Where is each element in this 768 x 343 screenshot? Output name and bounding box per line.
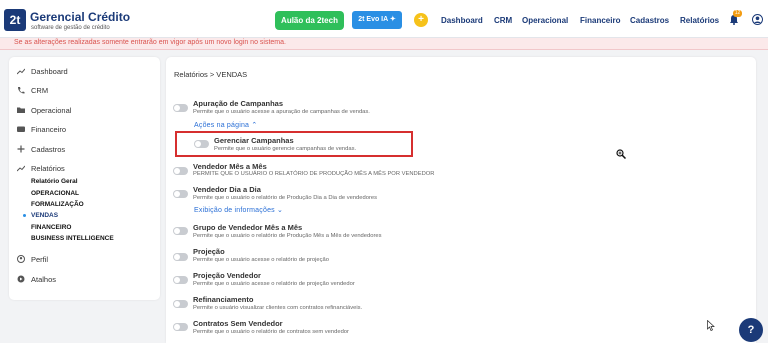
sidebar-item-label: Cadastros — [31, 144, 66, 154]
brand-title: Gerencial Crédito — [30, 10, 131, 24]
brand-logo[interactable]: 2t — [4, 9, 26, 31]
permission-title: Vendedor Mês a Mês — [193, 162, 267, 171]
permission-desc: Permite que o usuário acesse a apuração … — [193, 109, 370, 115]
alert-text: Se as alterações realizadas somente entr… — [14, 39, 286, 46]
chevron-down-icon: ⌄ — [277, 207, 284, 214]
help-button[interactable]: ? — [739, 318, 763, 342]
coin-icon[interactable]: + — [414, 13, 428, 27]
brand-subtitle: software de gestão de crédito — [31, 25, 110, 31]
evo-ia-label: 2t Evo IA — [358, 16, 388, 23]
main-panel: Relatórios > VENDAS Apuração de Campanha… — [166, 57, 756, 343]
user-icon — [17, 255, 25, 263]
highlight-box — [175, 131, 413, 157]
sidebar-sub-business-intelligence[interactable]: BUSINESS INTELLIGENCE — [31, 235, 114, 242]
nav-financeiro[interactable]: Financeiro — [580, 16, 620, 25]
nav-relatorios[interactable]: Relatórios — [680, 16, 719, 25]
sidebar: Dashboard CRM Operacional Financeiro Cad… — [9, 57, 160, 300]
user-account-icon[interactable] — [752, 14, 763, 25]
info-link-label: Exibição de informações — [194, 207, 275, 214]
permission-desc: Permite que o usuário o relatório de Pro… — [193, 195, 378, 201]
permission-desc: Permite que o usuário acesse o relatório… — [193, 257, 329, 263]
permission-title: Grupo de Vendedor Mês a Mês — [193, 223, 303, 232]
sidebar-sub-vendas[interactable]: VENDAS — [31, 212, 58, 219]
sidebar-item-relatorios[interactable]: Relatórios — [17, 162, 65, 174]
nav-cadastros[interactable]: Cadastros — [630, 16, 669, 25]
chart-line-icon — [17, 68, 25, 75]
sidebar-item-crm[interactable]: CRM — [17, 84, 48, 96]
toggle-vendedor-dia-a-dia[interactable] — [173, 190, 188, 198]
sidebar-item-atalhos[interactable]: Atalhos — [17, 273, 56, 285]
toggle-gerenciar-campanhas[interactable] — [194, 140, 209, 148]
sidebar-item-label: Dashboard — [31, 66, 68, 76]
sidebar-item-label: Perfil — [31, 254, 49, 264]
toggle-apuracao-campanhas[interactable] — [173, 104, 188, 112]
permission-desc: Permite que o usuário acesse o relatório… — [193, 281, 355, 287]
permission-title: Vendedor Dia a Dia — [193, 185, 261, 194]
sidebar-sub-operacional[interactable]: OPERACIONAL — [31, 190, 79, 197]
breadcrumb: Relatórios > VENDAS — [174, 70, 248, 79]
permission-desc: Permite que o usuário gerencie campanhas… — [214, 146, 357, 152]
info-display-link[interactable]: Exibição de informações ⌄ — [194, 206, 283, 214]
toggle-grupo-vendedor[interactable] — [173, 227, 188, 235]
sidebar-item-label: Relatórios — [31, 163, 65, 173]
toggle-refinanciamento[interactable] — [173, 300, 188, 308]
evo-ia-button[interactable]: 2t Evo IA ✦ — [352, 11, 402, 29]
alert-banner: Se as alterações realizadas somente entr… — [0, 38, 768, 50]
permission-desc: PERMITE QUE O USUÁRIO O RELATÓRIO DE PRO… — [193, 171, 435, 177]
sidebar-item-operacional[interactable]: Operacional — [17, 104, 71, 116]
permission-title: Contratos Sem Vendedor — [193, 319, 283, 328]
sidebar-item-cadastros[interactable]: Cadastros — [17, 143, 65, 155]
sidebar-sub-formalizacao[interactable]: FORMALIZAÇÃO — [31, 201, 84, 208]
mouse-pointer-icon — [707, 320, 715, 331]
permission-title: Apuração de Campanhas — [193, 99, 284, 108]
actions-on-page-link[interactable]: Ações na página ⌃ — [194, 121, 257, 129]
sidebar-item-label: Operacional — [31, 105, 72, 115]
shortcut-icon — [17, 275, 25, 283]
permission-desc: Permite que o usuário o relatório de con… — [193, 329, 349, 335]
wallet-icon — [17, 126, 25, 132]
sparkle-icon: ✦ — [389, 16, 396, 23]
permission-title: Projeção — [193, 247, 225, 256]
permission-desc: Permite o usuário visualizar clientes co… — [193, 305, 363, 311]
toggle-projecao-vendedor[interactable] — [173, 276, 188, 284]
zoom-cursor-icon — [616, 149, 626, 159]
folder-icon — [17, 107, 25, 113]
toggle-projecao[interactable] — [173, 253, 188, 261]
active-indicator-dot — [23, 214, 26, 217]
permission-title: Refinanciamento — [193, 295, 254, 304]
permission-title: Projeção Vendedor — [193, 271, 261, 280]
chart-line-icon — [17, 165, 25, 172]
permission-desc: Permite que o usuário o relatório de Pro… — [193, 233, 382, 239]
chevron-up-icon: ⌃ — [251, 122, 258, 129]
sidebar-item-financeiro[interactable]: Financeiro — [17, 123, 66, 135]
sidebar-item-label: CRM — [31, 85, 49, 95]
sidebar-sub-financeiro[interactable]: FINANCEIRO — [31, 224, 71, 231]
toggle-contratos-sem-vendedor[interactable] — [173, 323, 188, 331]
actions-link-label: Ações na página — [194, 122, 250, 129]
sidebar-item-perfil[interactable]: Perfil — [17, 253, 48, 265]
nav-crm[interactable]: CRM — [494, 16, 512, 25]
permission-title: Gerenciar Campanhas — [214, 136, 294, 145]
toggle-vendedor-mes-a-mes[interactable] — [173, 167, 188, 175]
sidebar-item-dashboard[interactable]: Dashboard — [17, 65, 68, 77]
nav-dashboard[interactable]: Dashboard — [441, 16, 483, 25]
sidebar-item-label: Financeiro — [31, 124, 67, 134]
aulao-button[interactable]: Aulão da 2tech — [275, 11, 344, 30]
nav-operacional[interactable]: Operacional — [522, 16, 568, 25]
sidebar-sub-relatorio-geral[interactable]: Relatório Geral — [31, 178, 78, 185]
plus-icon — [17, 145, 25, 153]
top-bar: 2t Gerencial Crédito software de gestão … — [0, 0, 768, 38]
phone-icon — [18, 87, 25, 94]
notification-badge: 12 — [733, 10, 742, 17]
sidebar-item-label: Atalhos — [31, 274, 57, 284]
